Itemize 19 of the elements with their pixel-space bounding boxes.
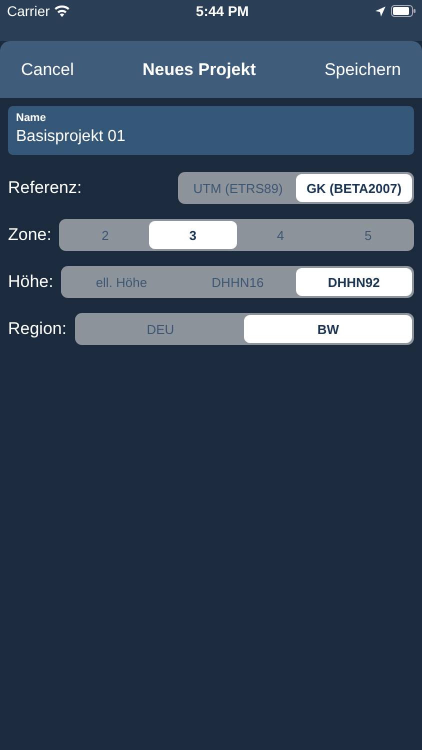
name-input[interactable]: Basisprojekt 01 <box>16 128 406 146</box>
status-time: 5:44 PM <box>196 3 249 19</box>
name-field[interactable]: Name Basisprojekt 01 <box>8 106 414 155</box>
segment-option[interactable]: 3 <box>149 221 237 249</box>
setting-label: Referenz: <box>8 178 82 198</box>
segment-option[interactable]: GK (BETA2007) <box>296 174 412 202</box>
setting-label: Höhe: <box>8 272 54 292</box>
cancel-button[interactable]: Cancel <box>21 60 74 80</box>
field-label: Name <box>16 112 47 124</box>
wifi-icon <box>54 5 70 17</box>
location-icon <box>374 6 386 16</box>
sheet-title: Neues Projekt <box>142 60 256 80</box>
segment-option[interactable]: BW <box>244 315 412 343</box>
battery-icon <box>390 5 416 17</box>
segment-option[interactable]: DHHN92 <box>296 268 412 296</box>
setting-label: Region: <box>8 319 67 339</box>
setting-label: Zone: <box>8 225 52 245</box>
carrier-label: Carrier <box>7 3 50 19</box>
save-button[interactable]: Speichern <box>324 60 401 80</box>
